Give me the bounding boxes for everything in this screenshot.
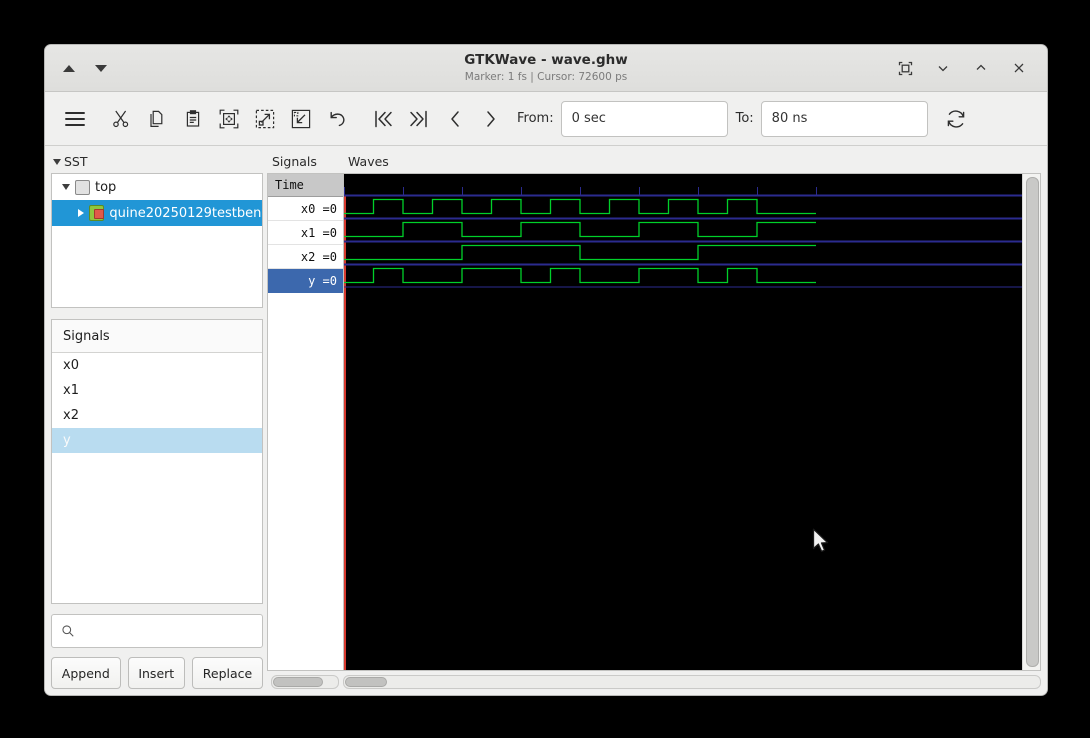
next-edge-icon[interactable] [473, 101, 509, 137]
chevron-down-icon [53, 158, 61, 165]
waves-viewport: 0 [343, 173, 1041, 671]
maximize-icon[interactable] [973, 60, 989, 76]
zoom-out-icon[interactable] [283, 101, 319, 137]
signal-list-body[interactable]: x0 x1 x2 y [52, 353, 262, 603]
toolbar: From: 0 sec To: 80 ns [45, 92, 1047, 146]
title-bar-left-controls [45, 64, 213, 72]
from-input[interactable]: 0 sec [560, 100, 728, 137]
previous-edge-icon[interactable] [437, 101, 473, 137]
copy-icon[interactable] [139, 101, 175, 137]
zoom-fit-icon[interactable] [211, 101, 247, 137]
menu-icon[interactable] [57, 101, 93, 137]
list-item[interactable]: x1 [52, 378, 262, 403]
from-label: From: [517, 111, 554, 126]
wave-names-list[interactable]: Time x0 =0 x1 =0 x2 =0 y =0 [267, 173, 343, 671]
waves-vscrollbar[interactable] [1022, 174, 1040, 670]
go-to-start-icon[interactable] [365, 101, 401, 137]
wave-names-header: Signals [272, 154, 317, 169]
go-to-end-icon[interactable] [401, 101, 437, 137]
wave-canvas[interactable]: 0 [344, 174, 1022, 670]
scrollbar-thumb[interactable] [1026, 177, 1039, 667]
wave-names-panel: Signals Time x0 =0 x1 =0 x2 =0 y =0 [267, 146, 343, 695]
search-input[interactable] [51, 614, 263, 648]
tree-row[interactable]: top [52, 174, 262, 200]
list-item-label: x2 [63, 408, 79, 423]
wave-name-row[interactable]: x2 =0 [268, 245, 343, 269]
chevron-right-icon[interactable] [78, 209, 84, 217]
nav-up-button[interactable] [63, 64, 75, 72]
wave-name-row[interactable]: y =0 [268, 269, 343, 293]
wave-names-hscrollbar[interactable] [271, 675, 339, 689]
list-item[interactable]: x0 [52, 353, 262, 378]
waveform-traces [344, 174, 1022, 288]
paste-icon[interactable] [175, 101, 211, 137]
to-label: To: [735, 111, 754, 126]
scrollbar-thumb[interactable] [273, 677, 323, 687]
tree-item-label: top [95, 179, 117, 195]
fullscreen-icon[interactable] [897, 60, 913, 76]
zoom-in-icon[interactable] [247, 101, 283, 137]
wave-name-row[interactable]: x0 =0 [268, 197, 343, 221]
sst-tree[interactable]: top quine20250129testbenc [51, 173, 263, 308]
list-item[interactable]: x2 [52, 403, 262, 428]
replace-button[interactable]: Replace [191, 657, 264, 689]
time-header: Time [268, 174, 343, 197]
chevron-down-icon[interactable] [62, 184, 70, 190]
to-input[interactable]: 80 ns [760, 100, 928, 137]
nav-down-button[interactable] [95, 64, 107, 72]
append-button[interactable]: Append [51, 657, 121, 689]
signal-list-header: Signals [52, 320, 262, 353]
reload-icon[interactable] [938, 101, 974, 137]
close-icon[interactable] [1011, 60, 1027, 76]
list-item[interactable]: y [52, 428, 262, 453]
list-item-label: x1 [63, 383, 79, 398]
waves-hscrollbar[interactable] [343, 675, 1041, 689]
main-body: SST top quine20250129testbenc Signals x0 [45, 146, 1047, 695]
sst-header[interactable]: SST [51, 152, 263, 173]
window-controls [897, 60, 1047, 76]
signal-action-buttons: Append Insert Replace [51, 657, 264, 689]
left-panel: SST top quine20250129testbenc Signals x0 [45, 146, 267, 695]
tree-row[interactable]: quine20250129testbenc [52, 200, 262, 226]
module-icon [75, 179, 90, 195]
title-bar: GTKWave - wave.ghw Marker: 1 fs | Cursor… [45, 45, 1047, 92]
scrollbar-thumb[interactable] [345, 677, 387, 687]
waves-panel: Waves 0 [343, 146, 1047, 695]
signal-list-panel: Signals x0 x1 x2 y [51, 319, 263, 604]
gtkwave-window: GTKWave - wave.ghw Marker: 1 fs | Cursor… [44, 44, 1048, 696]
wave-name-row[interactable]: x1 =0 [268, 221, 343, 245]
waves-header: Waves [348, 154, 389, 169]
minimize-icon[interactable] [935, 60, 951, 76]
tree-item-label: quine20250129testbenc [109, 205, 262, 221]
mouse-cursor [812, 528, 829, 553]
insert-button[interactable]: Insert [127, 657, 185, 689]
search-icon [62, 625, 74, 637]
cut-icon[interactable] [103, 101, 139, 137]
list-item-label: y [63, 433, 71, 448]
instance-icon [89, 205, 105, 221]
sst-header-label: SST [64, 154, 88, 169]
from-value: 0 sec [571, 111, 606, 126]
to-value: 80 ns [771, 111, 808, 126]
undo-icon[interactable] [319, 101, 355, 137]
list-item-label: x0 [63, 358, 79, 373]
